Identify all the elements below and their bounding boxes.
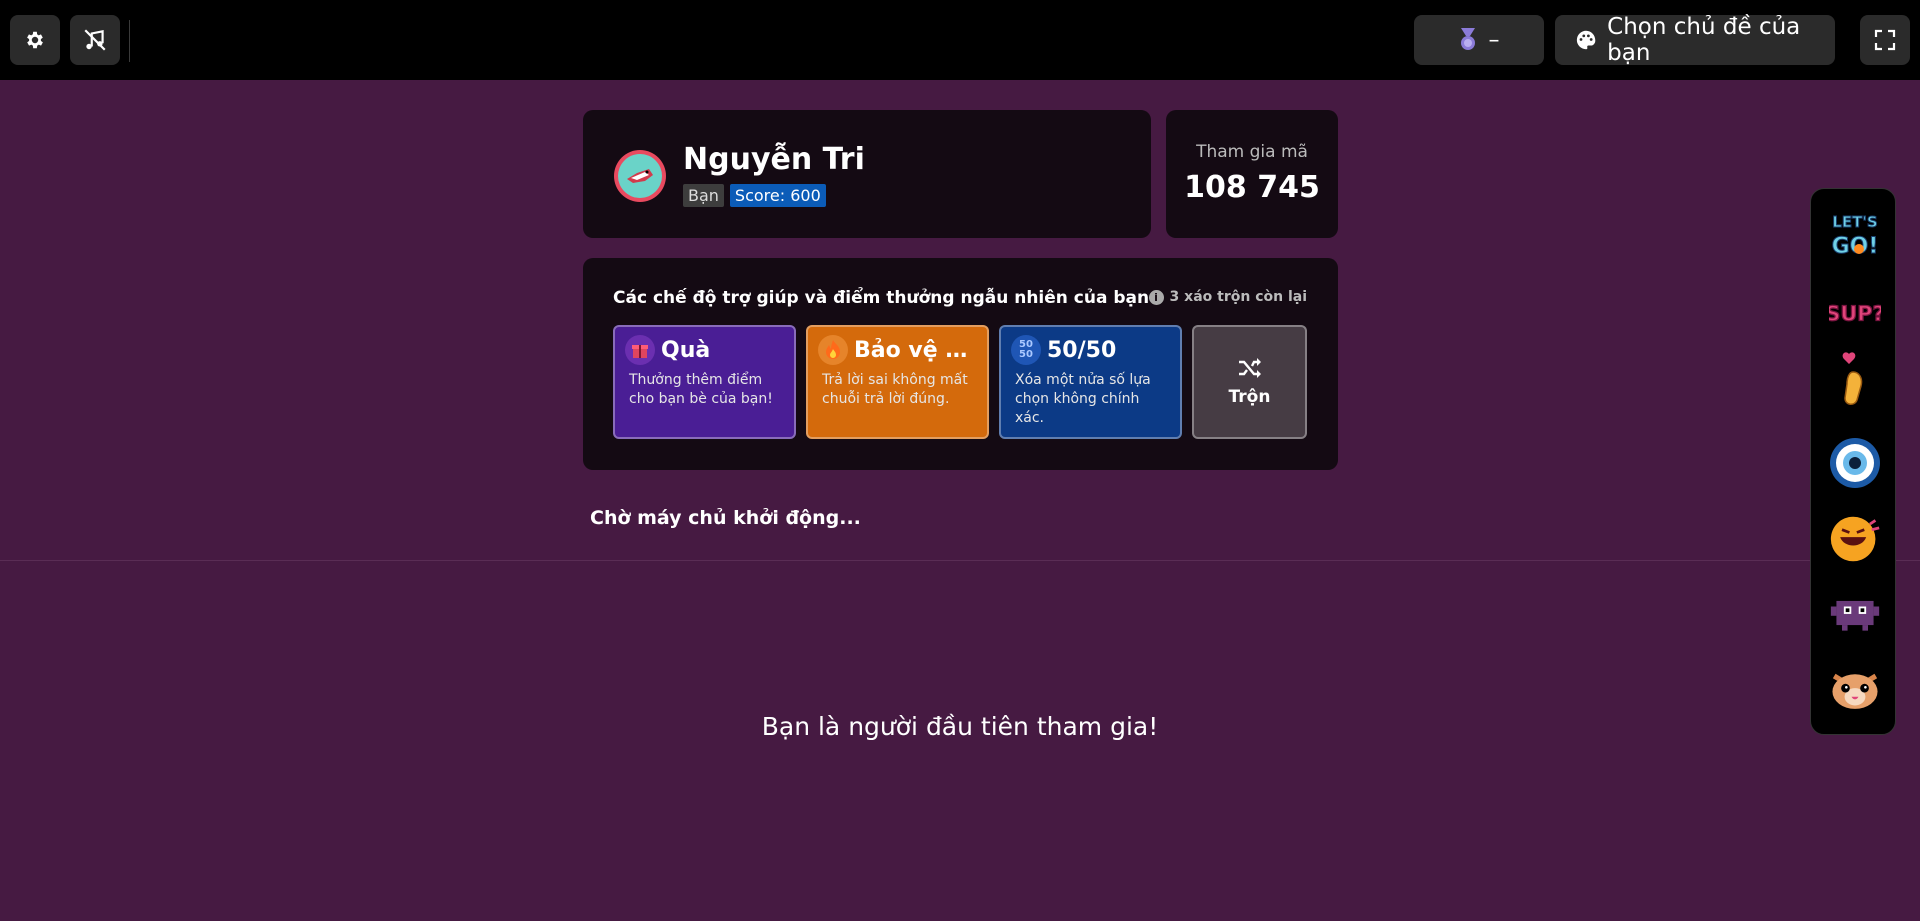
powerup-fifty-fifty[interactable]: 50 50 50/50 Xóa một nửa số lựa chọn khôn… [999,325,1182,439]
powerup-gift-name: Quà [661,337,711,363]
flame-icon [818,335,848,365]
player-card: Nguyễn Tri Bạn Score: 600 [583,110,1151,238]
fifty-fifty-icon: 50 50 [1011,335,1041,365]
svg-text:SUP?: SUP? [1829,302,1881,326]
pixel-monster-sticker[interactable] [1829,587,1881,639]
powerup-streak-saver[interactable]: Bảo vệ ch... Trả lời sai không mất chuỗi… [806,325,989,439]
finger-heart-sticker[interactable] [1829,352,1881,407]
powerup-fifty-desc: Xóa một nửa số lựa chọn không chính xác. [1015,372,1151,426]
shark-avatar-icon [627,169,653,183]
shuffles-left-label: 3 xáo trộn còn lại [1169,289,1307,305]
choose-theme-button[interactable]: Chọn chủ đề của bạn [1555,14,1835,66]
sticker-panel: LET'S GO! SUP? [1810,188,1896,735]
settings-button[interactable] [10,15,60,65]
eye-sticker[interactable] [1829,437,1881,489]
shuffles-left: i 3 xáo trộn còn lại [1148,289,1307,305]
powerup-fifty-name: 50/50 [1047,337,1117,363]
join-code-card: Tham gia mã 108 745 [1166,110,1338,238]
medal-icon [1460,28,1475,50]
avatar [614,150,666,202]
music-off-icon [84,29,106,51]
join-code-label: Tham gia mã [1196,142,1308,162]
powerup-streak-name: Bảo vệ ch... [854,337,977,363]
palette-icon [1576,30,1596,50]
player-name: Nguyễn Tri [683,142,865,177]
powerup-gift-desc: Thưởng thêm điểm cho bạn bè của bạn! [629,372,773,407]
lets-go-sticker[interactable]: LET'S GO! [1829,209,1881,261]
fullscreen-icon [1874,29,1896,51]
join-code-value: 108 745 [1184,170,1320,205]
laughing-face-sticker[interactable] [1829,513,1881,565]
powerups-card: Các chế độ trợ giúp và điểm thưởng ngẫu … [583,258,1338,470]
toolbar-divider [129,20,130,62]
powerups-title: Các chế độ trợ giúp và điểm thưởng ngẫu … [613,288,1150,308]
waiting-status: Chờ máy chủ khởi động... [590,507,861,529]
you-badge: Bạn [683,184,724,207]
top-bar: – Chọn chủ đề của bạn [0,0,1920,80]
medal-value: – [1488,27,1500,53]
shuffle-label: Trộn [1228,387,1271,407]
gift-icon [625,335,655,365]
choose-theme-label: Chọn chủ đề của bạn [1607,14,1801,66]
shuffle-button[interactable]: Trộn [1192,325,1307,439]
fullscreen-button[interactable] [1860,15,1910,65]
info-icon: i [1148,289,1164,305]
medal-button[interactable]: – [1414,15,1544,65]
svg-text:LET'S: LET'S [1832,213,1877,231]
first-player-message: Bạn là người đầu tiên tham gia! [761,712,1159,741]
score-badge: Score: 600 [729,184,826,207]
sup-sticker[interactable]: SUP? [1829,285,1881,337]
powerup-gift[interactable]: Quà Thưởng thêm điểm cho bạn bè của bạn! [613,325,796,439]
shuffle-icon [1238,358,1261,378]
cat-face-sticker[interactable] [1829,663,1881,715]
gear-icon [27,31,43,49]
mute-music-button[interactable] [70,15,120,65]
powerup-streak-desc: Trả lời sai không mất chuỗi trả lời đúng… [822,372,968,407]
section-divider [0,560,1920,561]
player-badges: Bạn Score: 600 [683,184,826,207]
